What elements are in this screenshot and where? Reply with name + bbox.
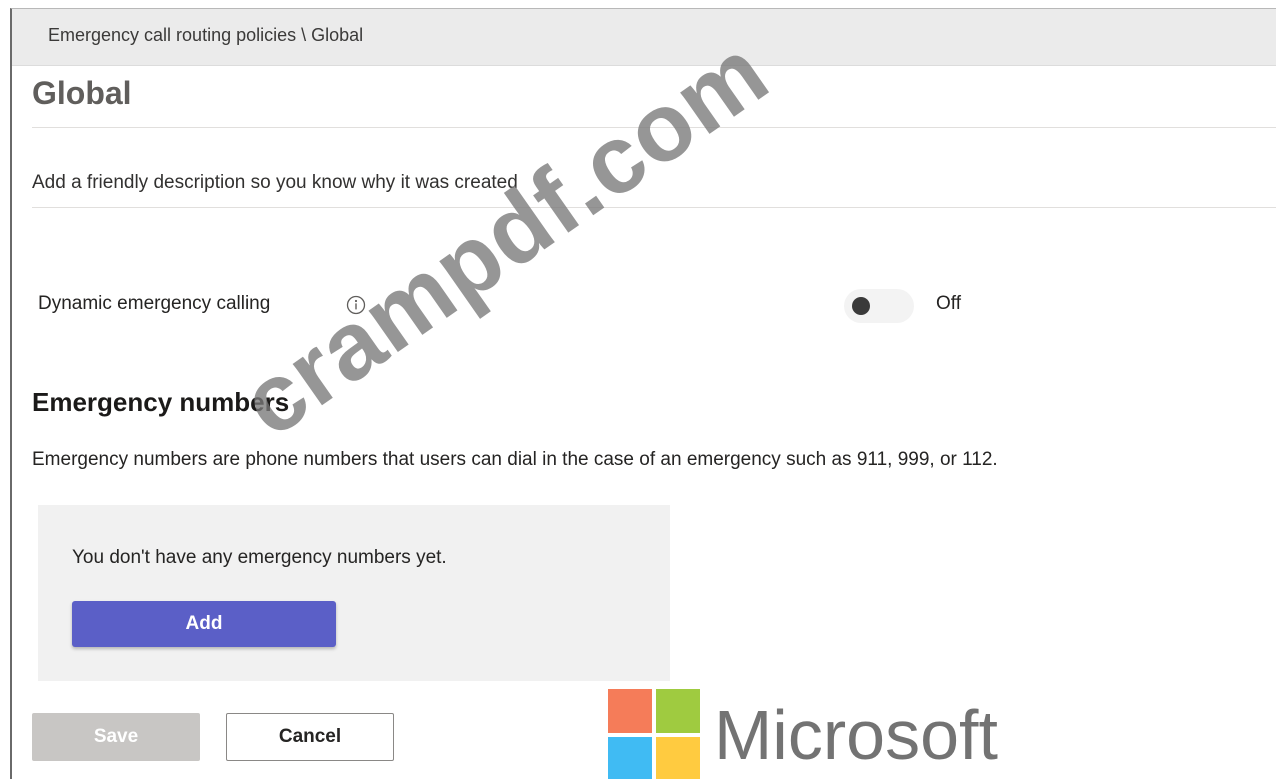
save-button[interactable]: Save	[32, 713, 200, 761]
divider	[32, 127, 1276, 128]
page-title: Global	[32, 75, 132, 111]
toggle-knob	[852, 297, 870, 315]
empty-state-text: You don't have any emergency numbers yet…	[72, 547, 447, 568]
microsoft-wordmark: Microsoft	[714, 696, 998, 774]
add-emergency-number-button[interactable]: Add	[72, 601, 336, 647]
microsoft-logo-icon	[608, 689, 700, 779]
dynamic-emergency-calling-label: Dynamic emergency calling	[38, 293, 271, 314]
toggle-state-label: Off	[936, 293, 961, 314]
description-underline	[32, 207, 1276, 208]
description-input[interactable]	[32, 167, 1032, 199]
watermark-text: crampdf.com	[222, 17, 787, 458]
cropped-top-text	[0, 0, 420, 8]
cancel-button[interactable]: Cancel	[226, 713, 394, 761]
policy-editor-page: Emergency call routing policies \ Global…	[10, 8, 1276, 779]
dynamic-emergency-calling-toggle[interactable]	[844, 289, 914, 323]
info-icon[interactable]	[346, 295, 366, 315]
emergency-numbers-heading: Emergency numbers	[32, 387, 290, 417]
breadcrumb[interactable]: Emergency call routing policies \ Global	[48, 25, 363, 46]
emergency-numbers-description: Emergency numbers are phone numbers that…	[32, 449, 998, 470]
breadcrumb-bar: Emergency call routing policies \ Global	[12, 9, 1276, 66]
emergency-numbers-empty-panel: You don't have any emergency numbers yet…	[38, 505, 670, 681]
